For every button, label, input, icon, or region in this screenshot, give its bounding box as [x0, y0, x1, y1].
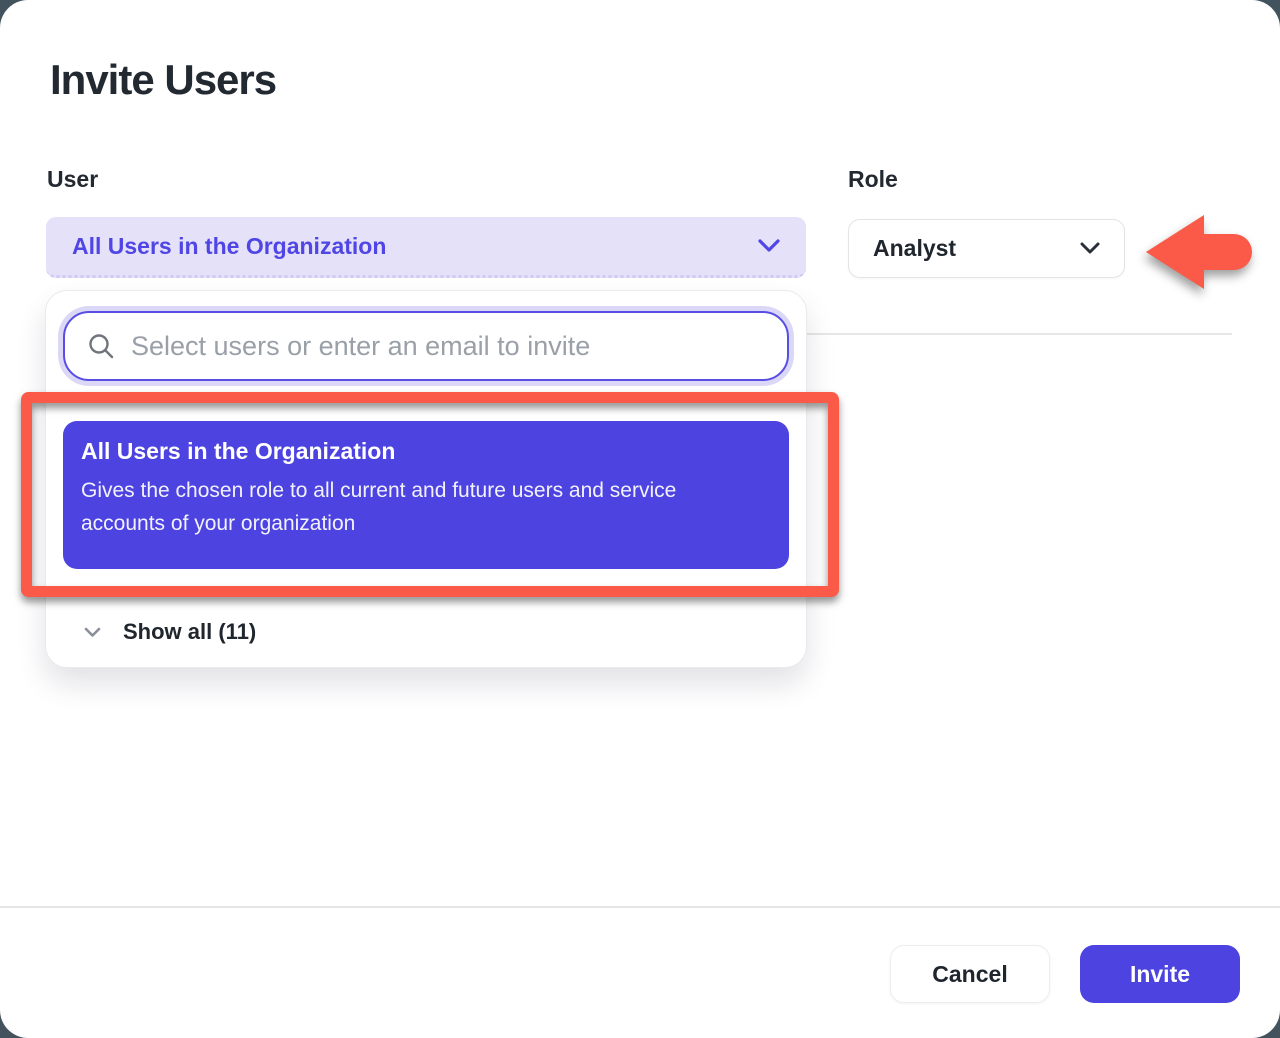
- user-search-box: [63, 311, 789, 381]
- invite-button[interactable]: Invite: [1080, 945, 1240, 1003]
- page-title: Invite Users: [50, 56, 276, 104]
- show-all-label: Show all (11): [123, 619, 256, 645]
- cancel-button[interactable]: Cancel: [890, 945, 1050, 1003]
- option-title: All Users in the Organization: [81, 438, 771, 465]
- chevron-down-icon: [84, 627, 101, 638]
- user-dropdown-panel: All Users in the Organization Gives the …: [45, 290, 807, 668]
- option-all-users[interactable]: All Users in the Organization Gives the …: [63, 421, 789, 569]
- footer-divider: [0, 906, 1280, 908]
- option-description: Gives the chosen role to all current and…: [81, 474, 761, 540]
- show-all-toggle[interactable]: Show all (11): [46, 611, 806, 653]
- role-field-label: Role: [848, 166, 898, 193]
- user-search-input[interactable]: [131, 331, 765, 362]
- user-select-value: All Users in the Organization: [72, 233, 386, 260]
- user-select[interactable]: All Users in the Organization: [46, 217, 806, 278]
- chevron-down-icon: [758, 239, 780, 253]
- user-field-label: User: [47, 166, 98, 193]
- annotation-arrow-icon: [1138, 208, 1258, 298]
- search-icon: [87, 332, 115, 360]
- chevron-down-icon: [1080, 242, 1100, 255]
- invite-users-dialog: Invite Users User Role All Users in the …: [0, 0, 1280, 1038]
- role-select[interactable]: Analyst: [848, 219, 1125, 278]
- role-select-value: Analyst: [873, 235, 956, 262]
